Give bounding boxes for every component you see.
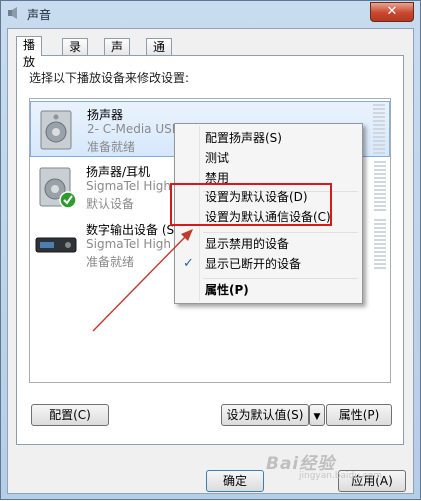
chevron-down-icon: ▼ [313, 412, 321, 422]
sound-dialog: 声音 ✕ 播放 录制 声音 通信 选择以下播放设备来修改设置: 扬 [0, 0, 421, 500]
level-meter [374, 161, 386, 211]
speaker-default-icon [39, 167, 77, 209]
level-meter [373, 104, 385, 154]
menu-item-show-disconnected[interactable]: ✓ 显示已断开的设备 [177, 254, 358, 274]
title-bar[interactable]: 声音 ✕ [1, 1, 420, 25]
set-default-button[interactable]: 设为默认值(S) [221, 404, 309, 426]
device-name: 扬声器/耳机 [86, 165, 151, 179]
device-status: 准备就绪 [87, 140, 136, 154]
level-meter [374, 219, 386, 269]
tab-recording[interactable]: 录制 [62, 38, 89, 71]
tab-sounds[interactable]: 声音 [104, 38, 131, 71]
tab-playback[interactable]: 播放 [16, 36, 43, 69]
menu-item-test[interactable]: 测试 [177, 148, 358, 168]
menu-separator [203, 278, 358, 279]
speaker-icon [40, 110, 72, 150]
properties-button[interactable]: 属性(P) [326, 404, 392, 426]
highlight-box [170, 183, 332, 226]
watermark-url: jingyan.baidu.com [299, 471, 383, 481]
menu-separator [203, 232, 358, 233]
device-name: 扬声器 [87, 108, 124, 122]
device-status: 默认设备 [86, 197, 135, 211]
window-title: 声音 [27, 8, 52, 22]
digital-output-icon [35, 237, 77, 253]
close-button[interactable]: ✕ [370, 2, 414, 22]
checkmark-icon: ✓ [183, 256, 194, 271]
ok-button[interactable]: 确定 [206, 470, 264, 492]
menu-item-configure-speakers[interactable]: 配置扬声器(S) [177, 128, 358, 148]
speaker-icon [8, 7, 17, 19]
menu-item-properties[interactable]: 属性(P) [177, 280, 358, 300]
set-default-dropdown[interactable]: ▼ [309, 404, 325, 426]
tab-communications[interactable]: 通信 [146, 38, 173, 71]
menu-item-show-disabled[interactable]: 显示禁用的设备 [177, 234, 358, 254]
instruction-text: 选择以下播放设备来修改设置: [29, 71, 190, 85]
configure-button[interactable]: 配置(C) [31, 404, 109, 426]
device-status: 准备就绪 [86, 255, 135, 269]
